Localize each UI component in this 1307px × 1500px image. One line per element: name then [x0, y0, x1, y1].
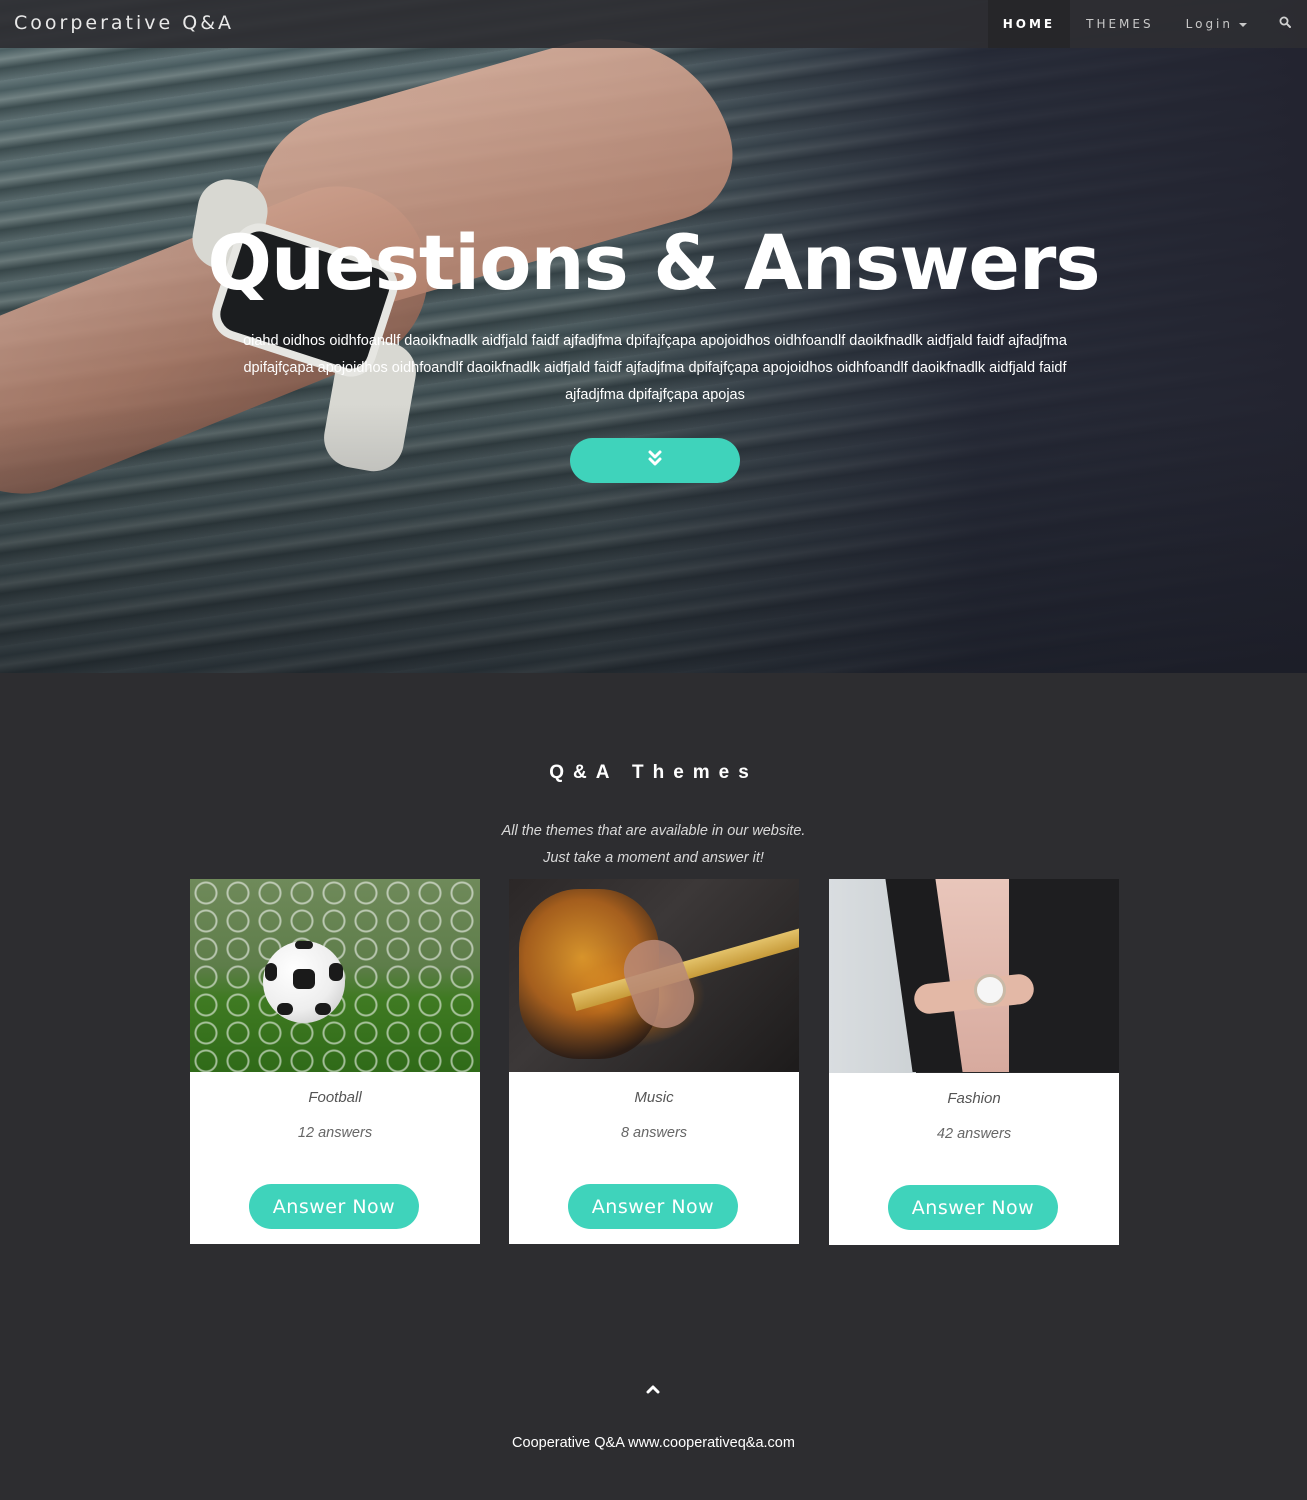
- nav-links: HOME THEMES Login: [987, 0, 1307, 48]
- wristwatch-icon: [974, 974, 1006, 1006]
- theme-card-music: Music 8 answers Answer Now: [509, 879, 799, 1244]
- scroll-down-button[interactable]: [570, 438, 740, 483]
- footer-text: Cooperative Q&A www.cooperativeq&a.com: [512, 1435, 795, 1451]
- double-chevron-down-icon: [647, 449, 663, 472]
- back-to-top-button[interactable]: [643, 1382, 663, 1398]
- answer-now-button[interactable]: Answer Now: [249, 1184, 419, 1229]
- brand-logo[interactable]: Coorperative Q&A: [14, 12, 234, 34]
- answer-now-button[interactable]: Answer Now: [888, 1185, 1058, 1230]
- caret-down-icon: [1239, 22, 1247, 27]
- theme-card-football: Football 12 answers Answer Now: [190, 879, 480, 1244]
- football-image: [190, 879, 480, 1072]
- hero-text: oiahd oidhos oidhfoandlf daoikfnadlk aid…: [243, 333, 1067, 403]
- nav-home[interactable]: HOME: [987, 0, 1071, 48]
- navbar: Coorperative Q&A HOME THEMES Login: [0, 0, 1307, 48]
- chevron-up-icon: [646, 1381, 660, 1399]
- hero-section: Questions & Answers oiahd oidhos oidhfoa…: [0, 0, 1307, 673]
- soccer-ball-icon: [263, 941, 345, 1023]
- card-answer-count: 12 answers: [297, 1125, 373, 1141]
- search-button[interactable]: [1263, 0, 1307, 48]
- card-title: Football: [308, 1089, 362, 1106]
- card-answer-count: 42 answers: [936, 1126, 1012, 1142]
- search-icon: [1279, 0, 1291, 48]
- nav-themes[interactable]: THEMES: [1070, 0, 1170, 48]
- theme-card-fashion: Fashion 42 answers Answer Now: [829, 879, 1119, 1245]
- answer-now-button[interactable]: Answer Now: [568, 1184, 738, 1229]
- nav-login-dropdown[interactable]: Login: [1170, 0, 1263, 48]
- hero-title: Questions & Answers: [207, 218, 1100, 307]
- themes-section-subtitle: All the themes that are available in our…: [0, 818, 1307, 872]
- fashion-image: [829, 879, 1119, 1073]
- subtitle-line-2: Just take a moment and answer it!: [543, 850, 764, 866]
- card-title: Fashion: [947, 1090, 1001, 1107]
- card-title: Music: [634, 1089, 674, 1106]
- nav-login-label: Login: [1185, 17, 1233, 31]
- card-answer-count: 8 answers: [620, 1125, 688, 1141]
- subtitle-line-1: All the themes that are available in our…: [501, 823, 806, 839]
- themes-section-title: Q&A Themes: [549, 762, 758, 783]
- music-image: [509, 879, 799, 1072]
